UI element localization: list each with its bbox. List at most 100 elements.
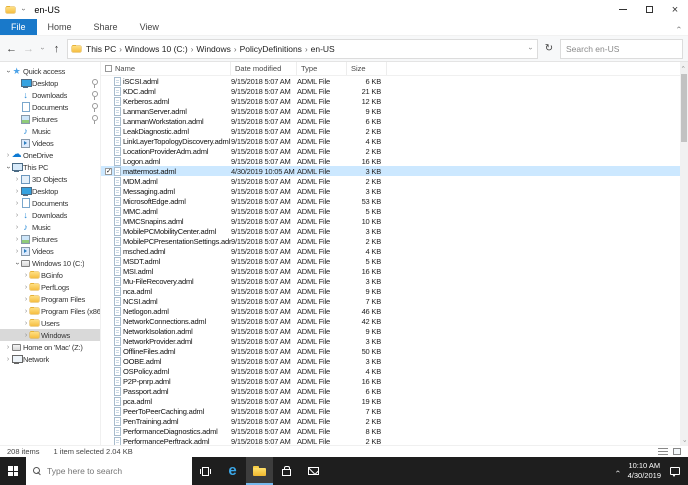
file-row-msi-adml[interactable]: MSI.adml 9/15/2018 5:07 AM ADML File 16 KB [101, 266, 688, 276]
chevron-collapsed-icon[interactable] [22, 308, 30, 315]
column-header-date-modified[interactable]: Date modified [231, 62, 297, 75]
explorer-app-icon[interactable] [6, 5, 15, 15]
quick-access-toolbar-dropdown-icon[interactable] [22, 6, 24, 13]
select-all-checkbox[interactable] [105, 65, 112, 72]
sidebar-item-program-files[interactable]: Program Files [0, 293, 100, 305]
sidebar-item-downloads[interactable]: Downloads [0, 89, 100, 101]
sidebar-item-onedrive[interactable]: OneDrive [0, 149, 100, 161]
file-row-microsoftedge-adml[interactable]: MicrosoftEdge.adml 9/15/2018 5:07 AM ADML … [101, 196, 688, 206]
sidebar-item-home-on-mac-z[interactable]: Home on 'Mac' (Z:) [0, 341, 100, 353]
sidebar-item-windows-10-c[interactable]: Windows 10 (C:) [0, 257, 100, 269]
collapse-ribbon-icon[interactable] [677, 19, 680, 35]
start-button[interactable] [0, 457, 26, 485]
chevron-collapsed-icon[interactable] [13, 224, 21, 231]
file-row-kerberos-adml[interactable]: Kerberos.adml 9/15/2018 5:07 AM ADML File 1… [101, 96, 688, 106]
chevron-collapsed-icon[interactable] [13, 248, 21, 255]
file-row-mu-filerecovery-adml[interactable]: Mu-FileRecovery.adml 9/15/2018 5:07 AM ADM… [101, 276, 688, 286]
file-row-leakdiagnostic-adml[interactable]: LeakDiagnostic.adml 9/15/2018 5:07 AM ADML… [101, 126, 688, 136]
file-row-networkisolation-adml[interactable]: NetworkIsolation.adml 9/15/2018 5:07 AM AD… [101, 326, 688, 336]
file-row-performancediagnostics-adml[interactable]: PerformanceDiagnostics.adml 9/15/2018 5:0… [101, 426, 688, 436]
file-row-mobilepcmobilitycenter-adml[interactable]: MobilePCMobilityCenter.adml 9/15/2018 5:0… [101, 226, 688, 236]
minimize-button[interactable] [610, 0, 636, 19]
mail-taskbar-button[interactable] [300, 457, 327, 485]
file-row-mobilepcpresentationsettings-adml[interactable]: MobilePCPresentationSettings.adml 9/15/20… [101, 236, 688, 246]
chevron-collapsed-icon[interactable] [4, 344, 12, 351]
vertical-scrollbar[interactable] [680, 62, 688, 445]
file-explorer-taskbar-button[interactable] [246, 457, 273, 485]
taskbar-clock[interactable]: 10:10 AM 4/30/2019 [628, 461, 661, 481]
sidebar-item-bginfo[interactable]: BGinfo [0, 269, 100, 281]
file-row-ospolicy-adml[interactable]: OSPolicy.adml 9/15/2018 5:07 AM ADML File 4… [101, 366, 688, 376]
tab-file[interactable]: File [0, 19, 37, 35]
file-row-nca-adml[interactable]: nca.adml 9/15/2018 5:07 AM ADML File 9 KB [101, 286, 688, 296]
hidden-icons-chevron-icon[interactable] [616, 467, 619, 476]
breadcrumb-item-policydefinitions[interactable]: PolicyDefinitions [237, 44, 305, 54]
chevron-collapsed-icon[interactable] [13, 200, 21, 207]
file-row-networkprovider-adml[interactable]: NetworkProvider.adml 9/15/2018 5:07 AM ADM… [101, 336, 688, 346]
scrollbar-thumb[interactable] [681, 74, 687, 142]
sidebar-item-music[interactable]: Music [0, 125, 100, 137]
breadcrumb-item-en-us[interactable]: en-US [308, 44, 338, 54]
breadcrumb-item-windows[interactable]: Windows [193, 44, 233, 54]
refresh-icon[interactable] [540, 39, 558, 59]
scroll-up-icon[interactable] [680, 62, 688, 71]
file-row-kdc-adml[interactable]: KDC.adml 9/15/2018 5:07 AM ADML File 21 KB [101, 86, 688, 96]
chevron-collapsed-icon[interactable] [13, 176, 21, 183]
action-center-icon[interactable] [670, 467, 680, 477]
chevron-expanded-icon[interactable] [14, 259, 21, 267]
sidebar-item-network[interactable]: Network [0, 353, 100, 365]
explorer-search-input[interactable] [561, 39, 682, 58]
task-view-button[interactable] [192, 457, 219, 485]
up-button[interactable] [48, 39, 65, 59]
chevron-collapsed-icon[interactable] [13, 188, 21, 195]
sidebar-item-videos[interactable]: Videos [0, 245, 100, 257]
file-row-lanmanworkstation-adml[interactable]: LanmanWorkstation.adml 9/15/2018 5:07 AM A… [101, 116, 688, 126]
sidebar-item-windows[interactable]: Windows [0, 329, 100, 341]
column-header-size[interactable]: Size [347, 62, 387, 75]
file-row-p2p-pnrp-adml[interactable]: P2P-pnrp.adml 9/15/2018 5:07 AM ADML File 1… [101, 376, 688, 386]
sidebar-item-users[interactable]: Users [0, 317, 100, 329]
breadcrumb-item-this-pc[interactable]: This PC [83, 44, 119, 54]
file-row-offlinefiles-adml[interactable]: OfflineFiles.adml 9/15/2018 5:07 AM ADML F… [101, 346, 688, 356]
address-dropdown-icon[interactable] [527, 45, 533, 52]
column-header-type[interactable]: Type [297, 62, 347, 75]
sidebar-item-pictures[interactable]: Pictures [0, 113, 100, 125]
chevron-collapsed-icon[interactable] [22, 332, 30, 339]
chevron-collapsed-icon[interactable] [13, 212, 21, 219]
sidebar-item-3d-objects[interactable]: 3D Objects [0, 173, 100, 185]
file-row-pentraining-adml[interactable]: PenTraining.adml 9/15/2018 5:07 AM ADML Fi… [101, 416, 688, 426]
file-row-performanceperftrack-adml[interactable]: PerformancePerftrack.adml 9/15/2018 5:07 … [101, 436, 688, 445]
sidebar-item-program-files-x86[interactable]: Program Files (x86) [0, 305, 100, 317]
back-button[interactable] [3, 39, 20, 59]
sidebar-item-downloads[interactable]: Downloads [0, 209, 100, 221]
sidebar-item-documents[interactable]: Documents [0, 101, 100, 113]
file-row-networkconnections-adml[interactable]: NetworkConnections.adml 9/15/2018 5:07 AM… [101, 316, 688, 326]
file-row-oobe-adml[interactable]: OOBE.adml 9/15/2018 5:07 AM ADML File 3 KB [101, 356, 688, 366]
sidebar-item-quick-access[interactable]: Quick access [0, 65, 100, 77]
sidebar-item-this-pc[interactable]: This PC [0, 161, 100, 173]
file-row-iscsi-adml[interactable]: iSCSI.adml 9/15/2018 5:07 AM ADML File 6 KB [101, 76, 688, 86]
taskbar-search-input[interactable] [42, 457, 192, 485]
chevron-expanded-icon[interactable] [5, 163, 12, 171]
chevron-collapsed-icon[interactable] [13, 236, 21, 243]
item-checkbox-checked[interactable] [105, 167, 112, 175]
file-row-msdt-adml[interactable]: MSDT.adml 9/15/2018 5:07 AM ADML File 5 KB [101, 256, 688, 266]
file-row-messaging-adml[interactable]: Messaging.adml 9/15/2018 5:07 AM ADML File… [101, 186, 688, 196]
chevron-collapsed-icon[interactable] [22, 272, 30, 279]
sidebar-item-perflogs[interactable]: PerfLogs [0, 281, 100, 293]
sidebar-item-videos[interactable]: Videos [0, 137, 100, 149]
chevron-expanded-icon[interactable] [5, 67, 12, 75]
sidebar-item-desktop[interactable]: Desktop [0, 77, 100, 89]
recent-locations-dropdown-icon[interactable] [37, 39, 48, 59]
sidebar-item-documents[interactable]: Documents [0, 197, 100, 209]
sidebar-item-desktop[interactable]: Desktop [0, 185, 100, 197]
file-row-lanmanserver-adml[interactable]: LanmanServer.adml 9/15/2018 5:07 AM ADML F… [101, 106, 688, 116]
tab-home[interactable]: Home [37, 19, 83, 35]
tab-view[interactable]: View [129, 19, 170, 35]
file-row-mdm-adml[interactable]: MDM.adml 9/15/2018 5:07 AM ADML File 2 KB [101, 176, 688, 186]
chevron-collapsed-icon[interactable] [22, 284, 30, 291]
maximize-restore-button[interactable] [636, 0, 662, 19]
file-row-passport-adml[interactable]: Passport.adml 9/15/2018 5:07 AM ADML File 6… [101, 386, 688, 396]
file-row-mattermost-adml[interactable]: mattermost.adml 4/30/2019 10:05 AMADML Fi… [101, 166, 688, 176]
details-view-icon[interactable] [658, 448, 668, 455]
